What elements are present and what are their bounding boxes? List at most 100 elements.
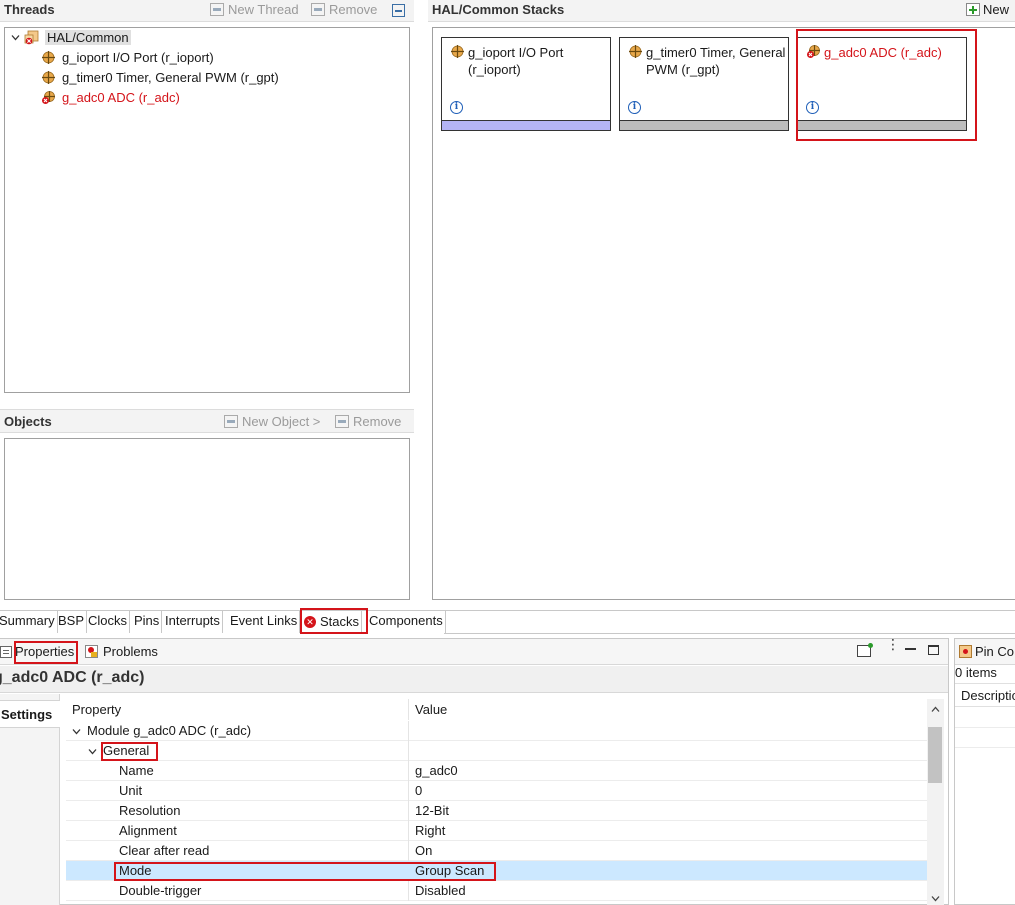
- tab-pin-config[interactable]: Pin Co: [959, 644, 1014, 659]
- chevron-down-icon[interactable]: [88, 747, 97, 756]
- tab-problems-label: Problems: [103, 644, 158, 659]
- tree-item-label: g_ioport I/O Port (r_ioport): [62, 50, 214, 65]
- property-row-general[interactable]: General: [66, 741, 927, 761]
- threads-header: Threads New Thread Remove: [0, 0, 414, 22]
- tab-clocks[interactable]: Clocks: [86, 611, 131, 633]
- property-value[interactable]: Disabled: [415, 881, 466, 901]
- property-value[interactable]: 12-Bit: [415, 801, 449, 821]
- property-row-unit[interactable]: Unit 0: [66, 781, 927, 801]
- column-separator: [408, 721, 409, 741]
- tab-problems[interactable]: Problems: [85, 644, 158, 659]
- properties-scrollbar[interactable]: [927, 699, 944, 905]
- property-column-header[interactable]: Property: [72, 702, 121, 717]
- tabs-bottom-rule: [444, 633, 1015, 634]
- property-row-name[interactable]: Name g_adc0: [66, 761, 927, 781]
- pin-items-count: 0 items: [955, 665, 997, 680]
- property-name: Double-trigger: [119, 883, 202, 898]
- module-icon: [41, 70, 56, 85]
- tree-item-ioport[interactable]: g_ioport I/O Port (r_ioport): [41, 50, 214, 65]
- stack-card-title: g_ioport I/O Port (r_ioport): [468, 45, 564, 77]
- tab-properties-label: Properties: [15, 644, 75, 659]
- property-value[interactable]: Right: [415, 821, 445, 841]
- collapse-icon[interactable]: [392, 4, 405, 17]
- property-name: Clear after read: [119, 843, 210, 858]
- tree-root-hal-common[interactable]: HAL/Common: [11, 30, 131, 45]
- property-value[interactable]: On: [415, 841, 432, 861]
- property-row-double-trigger[interactable]: Double-trigger Disabled: [66, 881, 927, 901]
- column-separator: [408, 801, 409, 821]
- tab-properties[interactable]: Properties: [0, 644, 74, 659]
- new-thread-button[interactable]: New Thread: [210, 2, 299, 17]
- settings-side-tab[interactable]: Settings: [0, 700, 60, 728]
- property-row-resolution[interactable]: Resolution 12-Bit: [66, 801, 927, 821]
- stack-card-timer[interactable]: g_timer0 Timer, General PWM (r_gpt) i: [619, 37, 789, 131]
- remove-thread-button[interactable]: Remove: [311, 2, 377, 17]
- new-thread-icon: [210, 3, 224, 16]
- property-name: Resolution: [119, 803, 181, 818]
- module-icon: [628, 44, 643, 59]
- tab-pin-config-label: Pin Co: [975, 644, 1015, 659]
- property-value[interactable]: g_adc0: [415, 761, 458, 781]
- tab-interrupts[interactable]: Interrupts: [163, 611, 223, 633]
- info-icon[interactable]: i: [628, 101, 641, 114]
- property-name: Mode: [119, 863, 152, 878]
- error-icon: ✕: [304, 616, 316, 628]
- tab-stacks[interactable]: ✕ Stacks: [302, 611, 363, 633]
- new-stack-button[interactable]: New: [966, 2, 1009, 17]
- column-separator: [408, 881, 409, 901]
- maximize-icon[interactable]: [928, 645, 939, 655]
- hal-error-icon: [24, 30, 39, 45]
- property-row-alignment[interactable]: Alignment Right: [66, 821, 927, 841]
- view-menu-icon[interactable]: [857, 643, 873, 657]
- new-object-button[interactable]: New Object >: [224, 414, 320, 429]
- pin-config-icon: [959, 645, 972, 658]
- scroll-thumb[interactable]: [928, 727, 942, 783]
- scroll-down-icon[interactable]: [931, 892, 940, 902]
- new-object-label: New Object >: [242, 414, 321, 429]
- info-icon[interactable]: i: [806, 101, 819, 114]
- new-stack-icon: [966, 3, 980, 16]
- remove-object-label: Remove: [353, 414, 402, 429]
- property-name: Name: [119, 763, 154, 778]
- tab-bsp[interactable]: BSP: [56, 611, 88, 633]
- value-column-header[interactable]: Value: [415, 702, 447, 717]
- property-value[interactable]: 0: [415, 781, 422, 801]
- minimize-icon[interactable]: [905, 648, 916, 650]
- properties-icon: [0, 645, 12, 658]
- stack-card-ioport[interactable]: g_ioport I/O Port (r_ioport) i: [441, 37, 611, 131]
- info-icon[interactable]: i: [450, 101, 463, 114]
- more-options-icon[interactable]: ⋮: [886, 637, 900, 658]
- tab-event-links[interactable]: Event Links: [228, 611, 301, 633]
- tab-components[interactable]: Components: [367, 611, 446, 633]
- tree-item-timer[interactable]: g_timer0 Timer, General PWM (r_gpt): [41, 70, 279, 85]
- property-row-mode[interactable]: Mode Group Scan: [66, 861, 927, 881]
- tab-summary[interactable]: Summary: [0, 611, 58, 633]
- property-row-module[interactable]: Module g_adc0 ADC (r_adc): [66, 721, 927, 741]
- module-icon: [450, 44, 465, 59]
- chevron-down-icon[interactable]: [72, 727, 81, 736]
- pin-description-column[interactable]: Descriptio: [961, 688, 1015, 703]
- general-group-label: General: [103, 743, 150, 758]
- stacks-title: HAL/Common Stacks: [432, 2, 565, 17]
- tree-item-adc[interactable]: g_adc0 ADC (r_adc): [41, 90, 180, 105]
- stack-card-bar: [442, 120, 610, 130]
- property-name: Alignment: [119, 823, 177, 838]
- remove-icon: [335, 415, 349, 428]
- column-separator: [408, 699, 409, 720]
- property-table-header: Property Value: [66, 699, 927, 720]
- tab-pins[interactable]: Pins: [132, 611, 163, 633]
- property-row-clear-after-read[interactable]: Clear after read On: [66, 841, 927, 861]
- objects-title: Objects: [4, 414, 52, 429]
- scroll-up-icon[interactable]: [931, 703, 940, 712]
- remove-thread-label: Remove: [329, 2, 378, 17]
- property-value[interactable]: Group Scan: [415, 861, 484, 881]
- stack-card-adc[interactable]: g_adc0 ADC (r_adc) i: [797, 37, 967, 131]
- tree-item-label: g_adc0 ADC (r_adc): [62, 90, 180, 105]
- module-row-label: Module g_adc0 ADC (r_adc): [87, 723, 252, 738]
- new-thread-label: New Thread: [228, 2, 299, 17]
- objects-list: [4, 438, 410, 600]
- pin-table-row: [955, 728, 1015, 748]
- column-separator: [408, 741, 409, 761]
- chevron-down-icon[interactable]: [11, 33, 20, 42]
- remove-object-button[interactable]: Remove: [335, 414, 401, 429]
